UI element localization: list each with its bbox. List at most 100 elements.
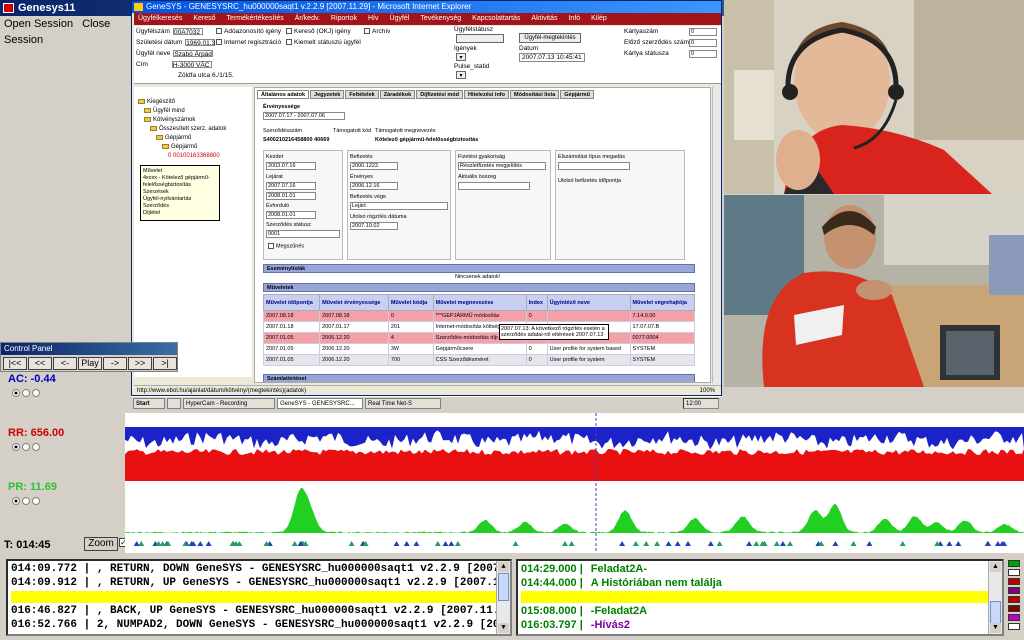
chk-search-okj[interactable] [286, 28, 292, 35]
table-row[interactable]: 2007.01.05 2006.12.20 700 CSS Szerződésmére… [262, 354, 696, 366]
grid-header-cell[interactable]: Művelet időpontja [262, 294, 321, 311]
tab-6[interactable]: Módosítási lista [510, 90, 560, 99]
scroll-up-icon[interactable]: ▲ [498, 562, 509, 572]
chk-termination[interactable] [268, 243, 274, 249]
radio-pr-2[interactable] [22, 497, 30, 505]
radio-ac-1[interactable] [12, 389, 20, 397]
chk-tax-id[interactable] [216, 28, 222, 35]
start-button[interactable]: Start [133, 398, 165, 409]
signal-plots[interactable] [125, 413, 1024, 553]
payment-input[interactable]: 2000.1222. [350, 162, 398, 170]
annotation-line[interactable]: 016:03.797 | -Hívás2 [521, 619, 989, 631]
quicklaunch-icon[interactable] [167, 398, 181, 409]
color-swatch[interactable] [1008, 614, 1020, 621]
menubar-item[interactable]: Kilép [591, 15, 607, 22]
tree-item[interactable]: Gépjármű [156, 135, 191, 141]
expiry-date-input[interactable]: 2007.07.16 [266, 182, 316, 190]
step-forward-button[interactable]: -> [103, 357, 127, 370]
table-row[interactable]: 2007.01.05 2006.12.20 3W Gépjárműcsere 0 User… [262, 343, 696, 355]
color-swatch[interactable] [1008, 623, 1020, 630]
valid-input[interactable]: 2006.12.16 [350, 182, 398, 190]
card-number-value[interactable]: 0 [689, 28, 717, 36]
tab-1[interactable]: Jegyzetek [310, 90, 345, 99]
menubar-item[interactable]: Kereső [193, 15, 215, 22]
tree-item[interactable]: Összesített szerz. adatok [150, 126, 226, 132]
grid-header-cell[interactable]: Ügyintéző neve [546, 294, 631, 311]
browser-scrollbar[interactable] [712, 87, 721, 383]
tree-item[interactable]: Gépjármű [162, 144, 197, 150]
payment-end-input[interactable]: Lejárt [350, 202, 448, 210]
scroll-down-icon[interactable]: ▼ [498, 623, 509, 633]
log-line[interactable]: 014:09.772 | , RETURN, DOWN GeneSYS - GE… [11, 563, 510, 575]
step-back-button[interactable]: <- [53, 357, 77, 370]
annotation-log-scrollbar[interactable]: ▲ ▼ [988, 561, 1002, 634]
section-events[interactable]: Eseménylisták [263, 264, 695, 273]
skip-end-button[interactable]: >| [153, 357, 177, 370]
radio-rr-1[interactable] [12, 443, 20, 451]
tab-0[interactable]: Általános adatok [257, 90, 310, 99]
play-button[interactable]: Play [78, 357, 102, 370]
tree-item[interactable]: Ügyfél mind [144, 108, 185, 114]
table-row[interactable]: 2007.01.05 2006.12.20 4 Szerződés-módosítás… [262, 332, 696, 344]
section-history[interactable]: Műveletek [263, 283, 695, 292]
settlement-input[interactable] [558, 162, 630, 170]
radio-pr-1[interactable] [12, 497, 20, 505]
tree-item[interactable]: Kötvényszámok [144, 117, 195, 123]
tree-item[interactable]: Kiegészítő [138, 99, 175, 105]
task-hypercam[interactable]: HyperCam - Recording [183, 398, 275, 409]
start-date-input[interactable]: 2003.07.16 [266, 162, 316, 170]
menubar-item[interactable]: Aktivitás [531, 15, 557, 22]
log-line[interactable]: 016:46.827 | , BACK, UP GeneSYS - GENESY… [11, 605, 510, 617]
table-row[interactable]: 2007.08.18 2007.08.18 0 ***GEPJÁRMŰ módosít… [262, 310, 696, 322]
grid-header-cell[interactable]: Művelet megnevezése [432, 294, 527, 311]
anniversary-input[interactable]: 2008.01.01 [266, 211, 316, 219]
prev-contract-value[interactable]: 0 [689, 39, 717, 47]
pulse-dropdown[interactable]: ▾ [456, 71, 466, 79]
menubar-item[interactable]: Kapcsolattartás [472, 15, 520, 22]
tab-7[interactable]: Gépjármű [560, 90, 594, 99]
color-swatch[interactable] [1008, 596, 1020, 603]
menubar-item[interactable]: Riportok [331, 15, 357, 22]
address-input[interactable]: H-3000 VÁC [171, 61, 212, 69]
last-record-input[interactable]: 2007.10.02 [350, 222, 398, 230]
tab-3[interactable]: Záradékok [379, 90, 416, 99]
menubar-item[interactable]: Ügyfélkeresés [138, 15, 182, 22]
menubar-item[interactable]: Infó [568, 15, 580, 22]
scroll-thumb[interactable] [498, 573, 509, 601]
keystroke-log-scrollbar[interactable]: ▲ ▼ [496, 561, 510, 634]
card-status-value[interactable]: 0 [689, 50, 717, 58]
section-footer[interactable]: Számlatörténet [263, 374, 695, 382]
annotation-line[interactable]: 014:29.000 | Feladat2A- [521, 563, 989, 575]
task-realtime[interactable]: Real Time Net-S [365, 398, 441, 409]
color-swatch[interactable] [1008, 569, 1020, 576]
chk-internet-reg[interactable] [216, 39, 222, 46]
chk-vip-client[interactable] [286, 39, 292, 46]
scroll-up-icon[interactable]: ▲ [990, 562, 1001, 572]
menubar-item[interactable]: Termékértékesítés [227, 15, 284, 22]
birth-date-input[interactable]: 1969.01.31 [185, 39, 219, 47]
color-swatch[interactable] [1008, 560, 1020, 567]
contract-status-input[interactable]: 0001 [266, 230, 340, 238]
frequency-input[interactable]: Részletfizetés megjelölés [458, 162, 546, 170]
menubar-item[interactable]: Hív [368, 15, 379, 22]
chk-archive[interactable] [364, 28, 370, 35]
client-name-input[interactable]: Szabó Árpád [173, 50, 214, 58]
task-genesys[interactable]: GeneSYS - GENESYSRC... [277, 398, 363, 409]
tab-2[interactable]: Feltételek [345, 90, 379, 99]
log-line[interactable]: 014:09.912 | , RETURN, UP GeneSYS - GENE… [11, 577, 510, 589]
grid-header-cell[interactable]: Művelet kódja [387, 294, 434, 311]
client-status-select[interactable] [456, 34, 504, 43]
radio-pr-3[interactable] [32, 497, 40, 505]
fast-forward-button[interactable]: >> [128, 357, 152, 370]
annotation-line[interactable]: 014:44.000 | A Históriában nem találja [521, 577, 989, 589]
radio-rr-3[interactable] [32, 443, 40, 451]
amount-input[interactable] [458, 182, 530, 190]
color-swatch[interactable] [1008, 578, 1020, 585]
color-swatch[interactable] [1008, 587, 1020, 594]
menubar-item[interactable]: Ár/kedv. [295, 15, 320, 22]
skip-start-button[interactable]: |<< [3, 357, 27, 370]
scroll-down-icon[interactable]: ▼ [990, 623, 1001, 633]
annotation-line[interactable] [521, 591, 989, 603]
period-select[interactable]: 2007.07.17 - 2007.07.06 [263, 112, 345, 120]
zoom-button[interactable]: Zoom [84, 537, 118, 551]
